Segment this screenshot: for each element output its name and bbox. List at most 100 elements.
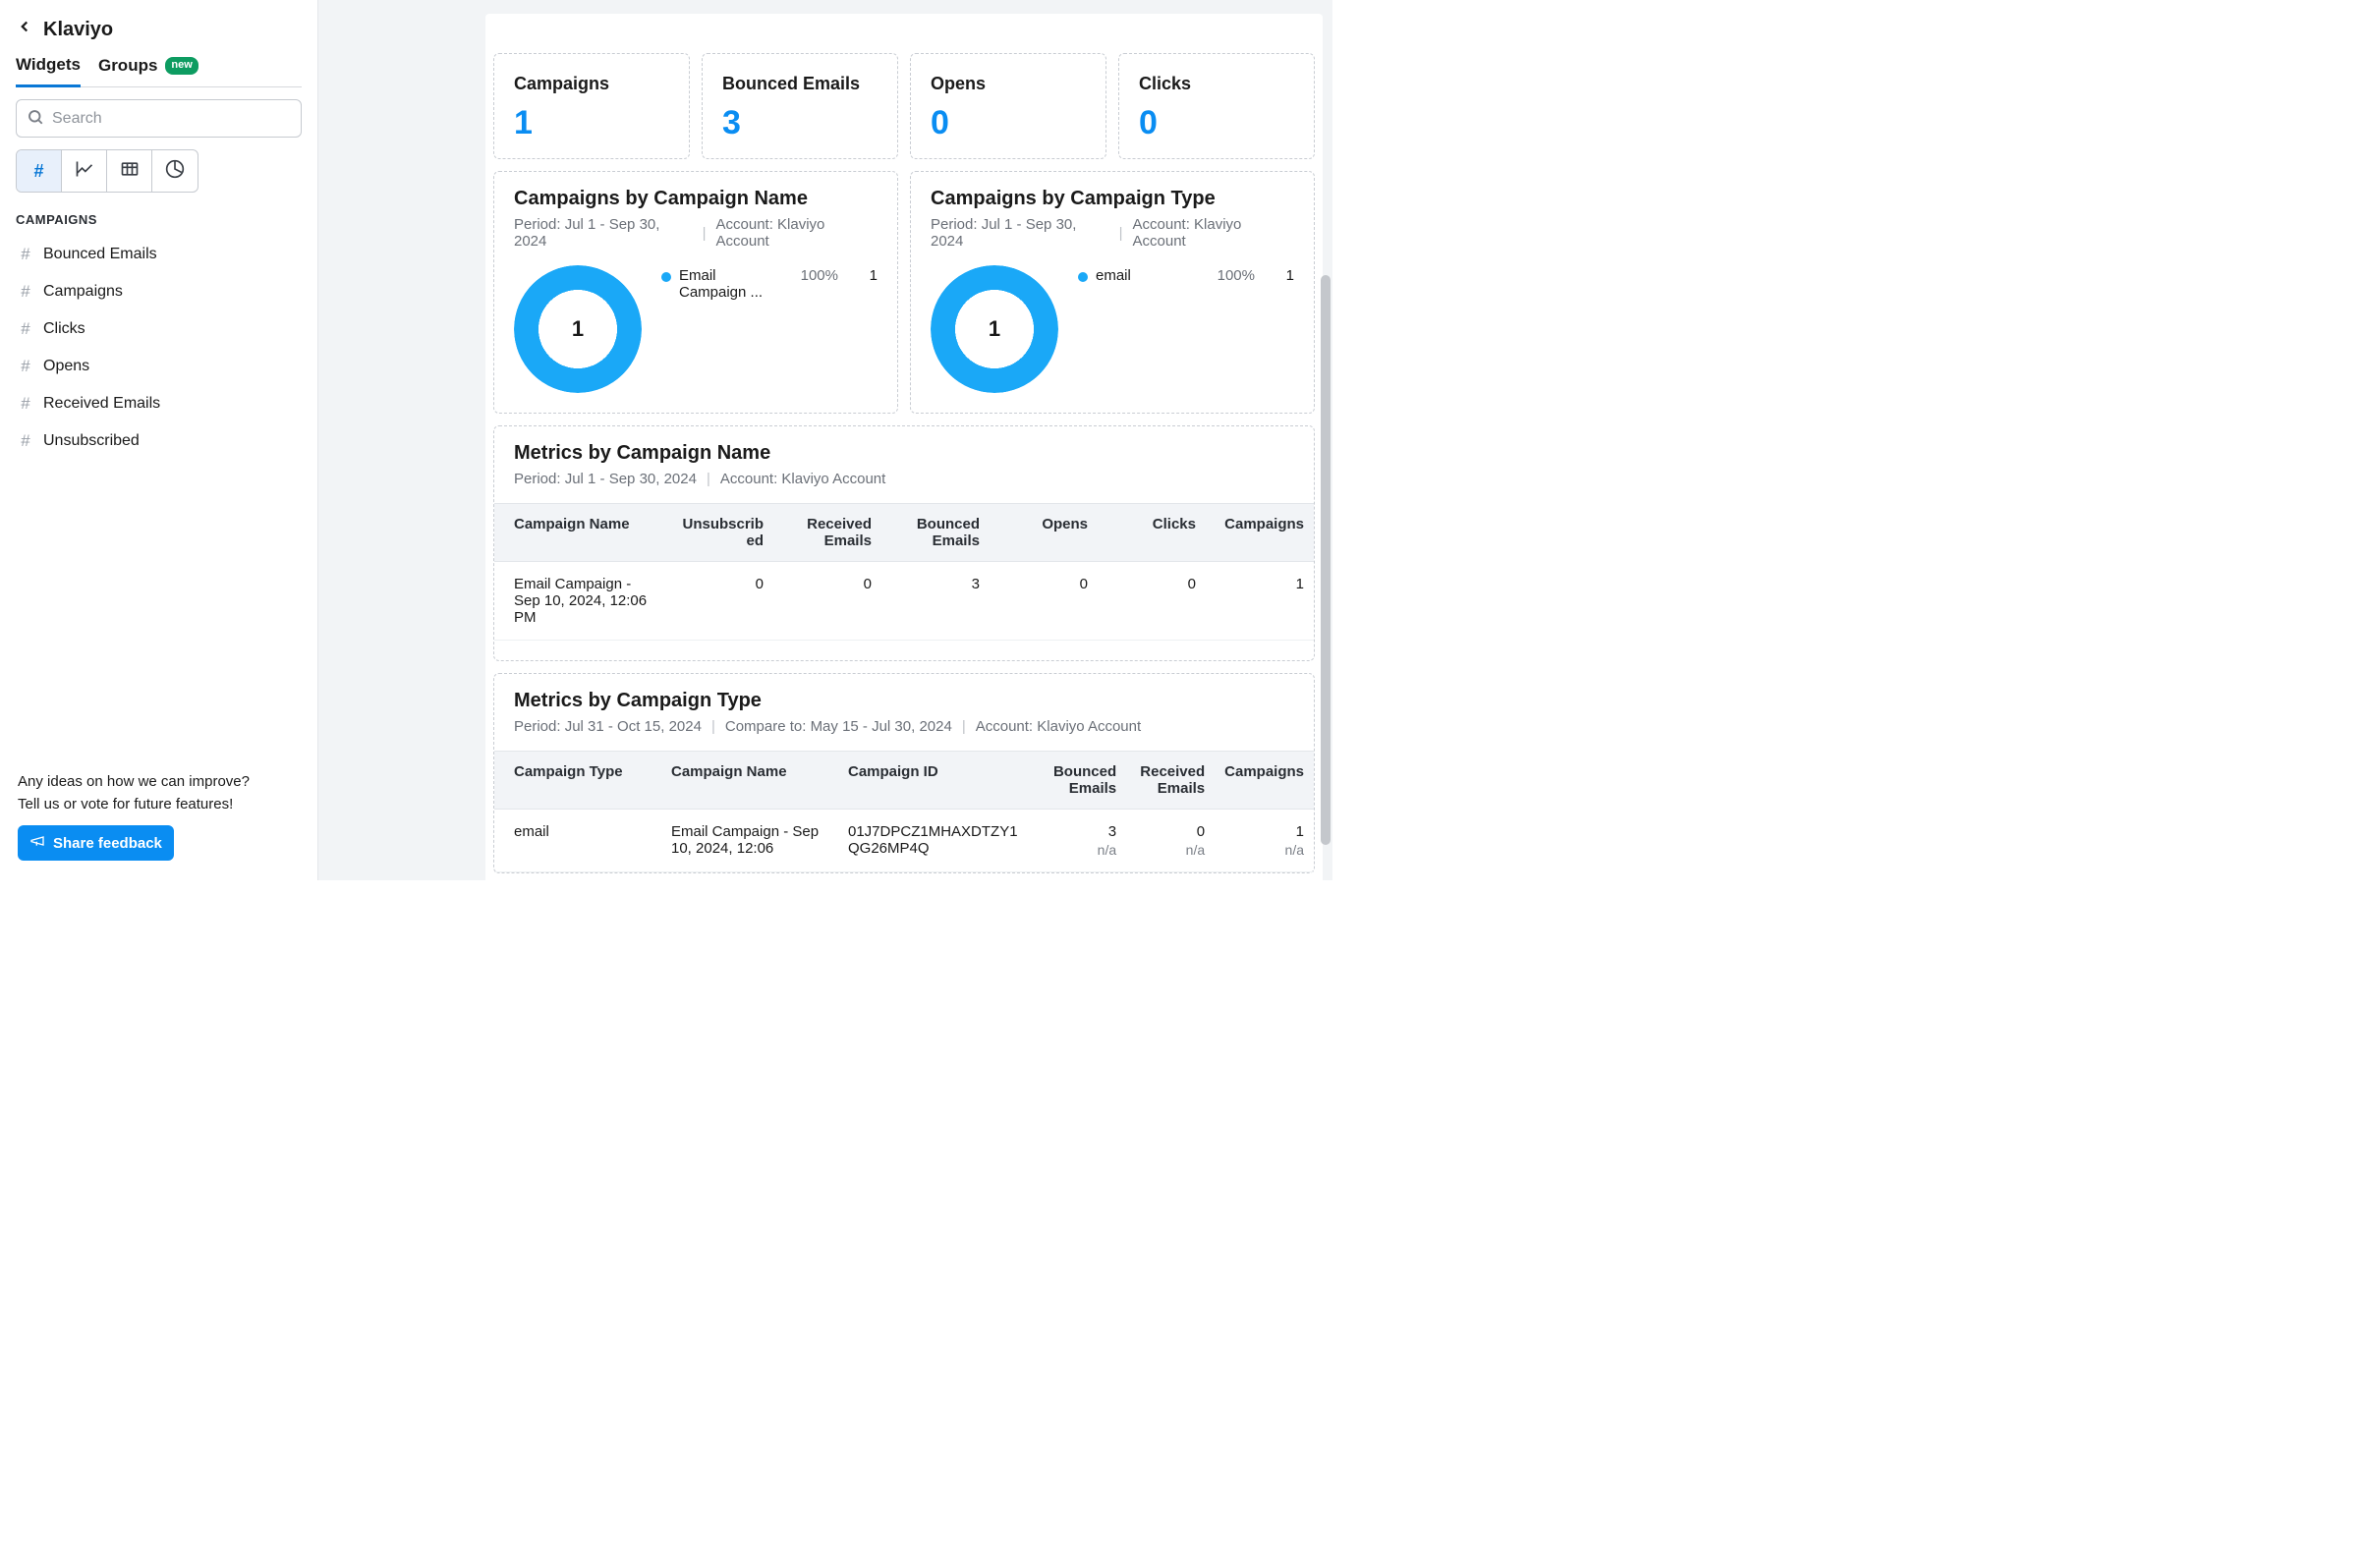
kpi-clicks[interactable]: Clicks 0 xyxy=(1118,53,1315,159)
tab-groups-label: Groups xyxy=(98,56,157,76)
search-icon xyxy=(27,108,44,129)
widget-label: Bounced Emails xyxy=(43,246,157,263)
feedback-text-2: Tell us or vote for future features! xyxy=(18,794,300,816)
table-row: email Email Campaign - Sep 10, 2024, 12:… xyxy=(494,810,1314,872)
widget-label: Opens xyxy=(43,358,89,375)
tab-groups[interactable]: Groups new xyxy=(98,56,198,85)
widget-label: Clicks xyxy=(43,320,85,338)
widget-type-pie[interactable] xyxy=(152,150,198,192)
feedback-text-1: Any ideas on how we can improve? xyxy=(18,771,300,794)
th: Bounced Emails xyxy=(1038,752,1126,810)
kpi-campaigns[interactable]: Campaigns 1 xyxy=(493,53,690,159)
kpi-title: Bounced Emails xyxy=(722,74,878,94)
dashboard-canvas: Campaigns 1 Bounced Emails 3 Opens 0 Cli… xyxy=(485,14,1323,880)
legend-row: email 100% 1 xyxy=(1078,267,1294,284)
td-id: 01J7DPCZ1MHAXDTZY1QG26MP4Q xyxy=(838,810,1038,872)
td-type: email xyxy=(494,810,661,872)
kpi-bounced-emails[interactable]: Bounced Emails 3 xyxy=(702,53,898,159)
tab-widgets-label: Widgets xyxy=(16,55,81,75)
table-metrics-by-type[interactable]: Metrics by Campaign Type Period: Jul 31 … xyxy=(493,673,1315,873)
donut-center-value: 1 xyxy=(514,265,642,393)
sidebar: Klaviyo Widgets Groups new # xyxy=(0,0,318,880)
th: Campaign Name xyxy=(494,504,665,562)
kpi-title: Campaigns xyxy=(514,74,669,94)
table-row: Email Campaign - Sep 10, 2024, 12:06 PM … xyxy=(494,562,1314,641)
th: Opens xyxy=(990,504,1098,562)
compare-text: Compare to: May 15 - Jul 30, 2024 xyxy=(725,718,952,735)
th: Unsubscribed xyxy=(665,504,773,562)
divider: | xyxy=(962,718,966,735)
legend-name: Email Campaign ... xyxy=(679,267,779,301)
legend-pct: 100% xyxy=(1206,267,1255,284)
scrollbar[interactable] xyxy=(1321,275,1331,845)
legend-dot xyxy=(1078,272,1088,282)
feedback-button-label: Share feedback xyxy=(53,835,162,852)
hash-icon: # xyxy=(18,357,33,376)
donut-campaigns-by-name[interactable]: Campaigns by Campaign Name Period: Jul 1… xyxy=(493,171,898,414)
card-title: Metrics by Campaign Name xyxy=(494,442,1314,465)
widget-type-table[interactable] xyxy=(107,150,152,192)
kpi-opens[interactable]: Opens 0 xyxy=(910,53,1106,159)
search-input[interactable] xyxy=(52,110,291,128)
divider: | xyxy=(1119,225,1123,242)
donut-chart: 1 xyxy=(931,265,1058,393)
table-metrics-by-name[interactable]: Metrics by Campaign Name Period: Jul 1 -… xyxy=(493,425,1315,661)
account-text: Account: Klaviyo Account xyxy=(720,471,885,487)
donut-campaigns-by-type[interactable]: Campaigns by Campaign Type Period: Jul 1… xyxy=(910,171,1315,414)
widget-item-bounced-emails[interactable]: #Bounced Emails xyxy=(16,237,302,272)
card-sub: Period: Jul 31 - Oct 15, 2024 | Compare … xyxy=(494,718,1314,735)
table-header-row: Campaign Type Campaign Name Campaign ID … xyxy=(494,752,1314,810)
tabs: Widgets Groups new xyxy=(16,55,302,87)
td: 3n/a xyxy=(1038,810,1126,872)
tab-widgets[interactable]: Widgets xyxy=(16,55,81,87)
td: 1n/a xyxy=(1215,810,1314,872)
hash-icon: # xyxy=(18,431,33,451)
card-sub: Period: Jul 1 - Sep 30, 2024 | Account: … xyxy=(931,216,1294,250)
share-feedback-button[interactable]: Share feedback xyxy=(18,825,174,861)
widget-item-clicks[interactable]: #Clicks xyxy=(16,311,302,347)
card-sub: Period: Jul 1 - Sep 30, 2024 | Account: … xyxy=(494,471,1314,487)
widget-type-number[interactable]: # xyxy=(17,150,62,192)
td: 3 xyxy=(881,562,990,641)
card-title: Campaigns by Campaign Name xyxy=(514,188,878,210)
widget-item-unsubscribed[interactable]: #Unsubscribed xyxy=(16,423,302,459)
th: Received Emails xyxy=(773,504,881,562)
widget-item-campaigns[interactable]: #Campaigns xyxy=(16,274,302,309)
donut-row: Campaigns by Campaign Name Period: Jul 1… xyxy=(493,171,1315,414)
widget-list: #Bounced Emails #Campaigns #Clicks #Open… xyxy=(16,237,302,459)
donut-chart: 1 xyxy=(514,265,642,393)
account-text: Account: Klaviyo Account xyxy=(976,718,1141,735)
donut-center-value: 1 xyxy=(931,265,1058,393)
period-text: Period: Jul 1 - Sep 30, 2024 xyxy=(514,471,697,487)
td: 0 xyxy=(1098,562,1206,641)
kpi-title: Opens xyxy=(931,74,1086,94)
account-text: Account: Klaviyo Account xyxy=(1133,216,1294,250)
th: Campaign Name xyxy=(661,752,838,810)
td: 0 xyxy=(773,562,881,641)
widget-label: Received Emails xyxy=(43,395,160,413)
td: 0 xyxy=(665,562,773,641)
card-sub: Period: Jul 1 - Sep 30, 2024 | Account: … xyxy=(514,216,878,250)
hash-icon: # xyxy=(18,394,33,414)
td-name: Email Campaign - Sep 10, 2024, 12:06 xyxy=(661,810,838,872)
kpi-title: Clicks xyxy=(1139,74,1294,94)
divider: | xyxy=(707,471,710,487)
divider: | xyxy=(711,718,715,735)
table: Campaign Name Unsubscribed Received Emai… xyxy=(494,503,1314,641)
account-text: Account: Klaviyo Account xyxy=(716,216,878,250)
widget-item-received-emails[interactable]: # Received Emails xyxy=(16,386,302,421)
search-box[interactable] xyxy=(16,99,302,138)
line-chart-icon xyxy=(75,159,94,184)
widget-item-opens[interactable]: # Opens xyxy=(16,349,302,384)
kpi-value: 1 xyxy=(514,104,669,142)
table-header-row: Campaign Name Unsubscribed Received Emai… xyxy=(494,504,1314,562)
widget-type-line[interactable] xyxy=(62,150,107,192)
th: Campaigns xyxy=(1215,752,1314,810)
widget-type-row: # xyxy=(16,149,198,193)
table-icon xyxy=(120,159,140,184)
legend-dot xyxy=(661,272,671,282)
back-icon[interactable] xyxy=(16,18,33,41)
feedback-box: Any ideas on how we can improve? Tell us… xyxy=(0,756,317,880)
divider: | xyxy=(703,225,707,242)
period-text: Period: Jul 1 - Sep 30, 2024 xyxy=(931,216,1109,250)
